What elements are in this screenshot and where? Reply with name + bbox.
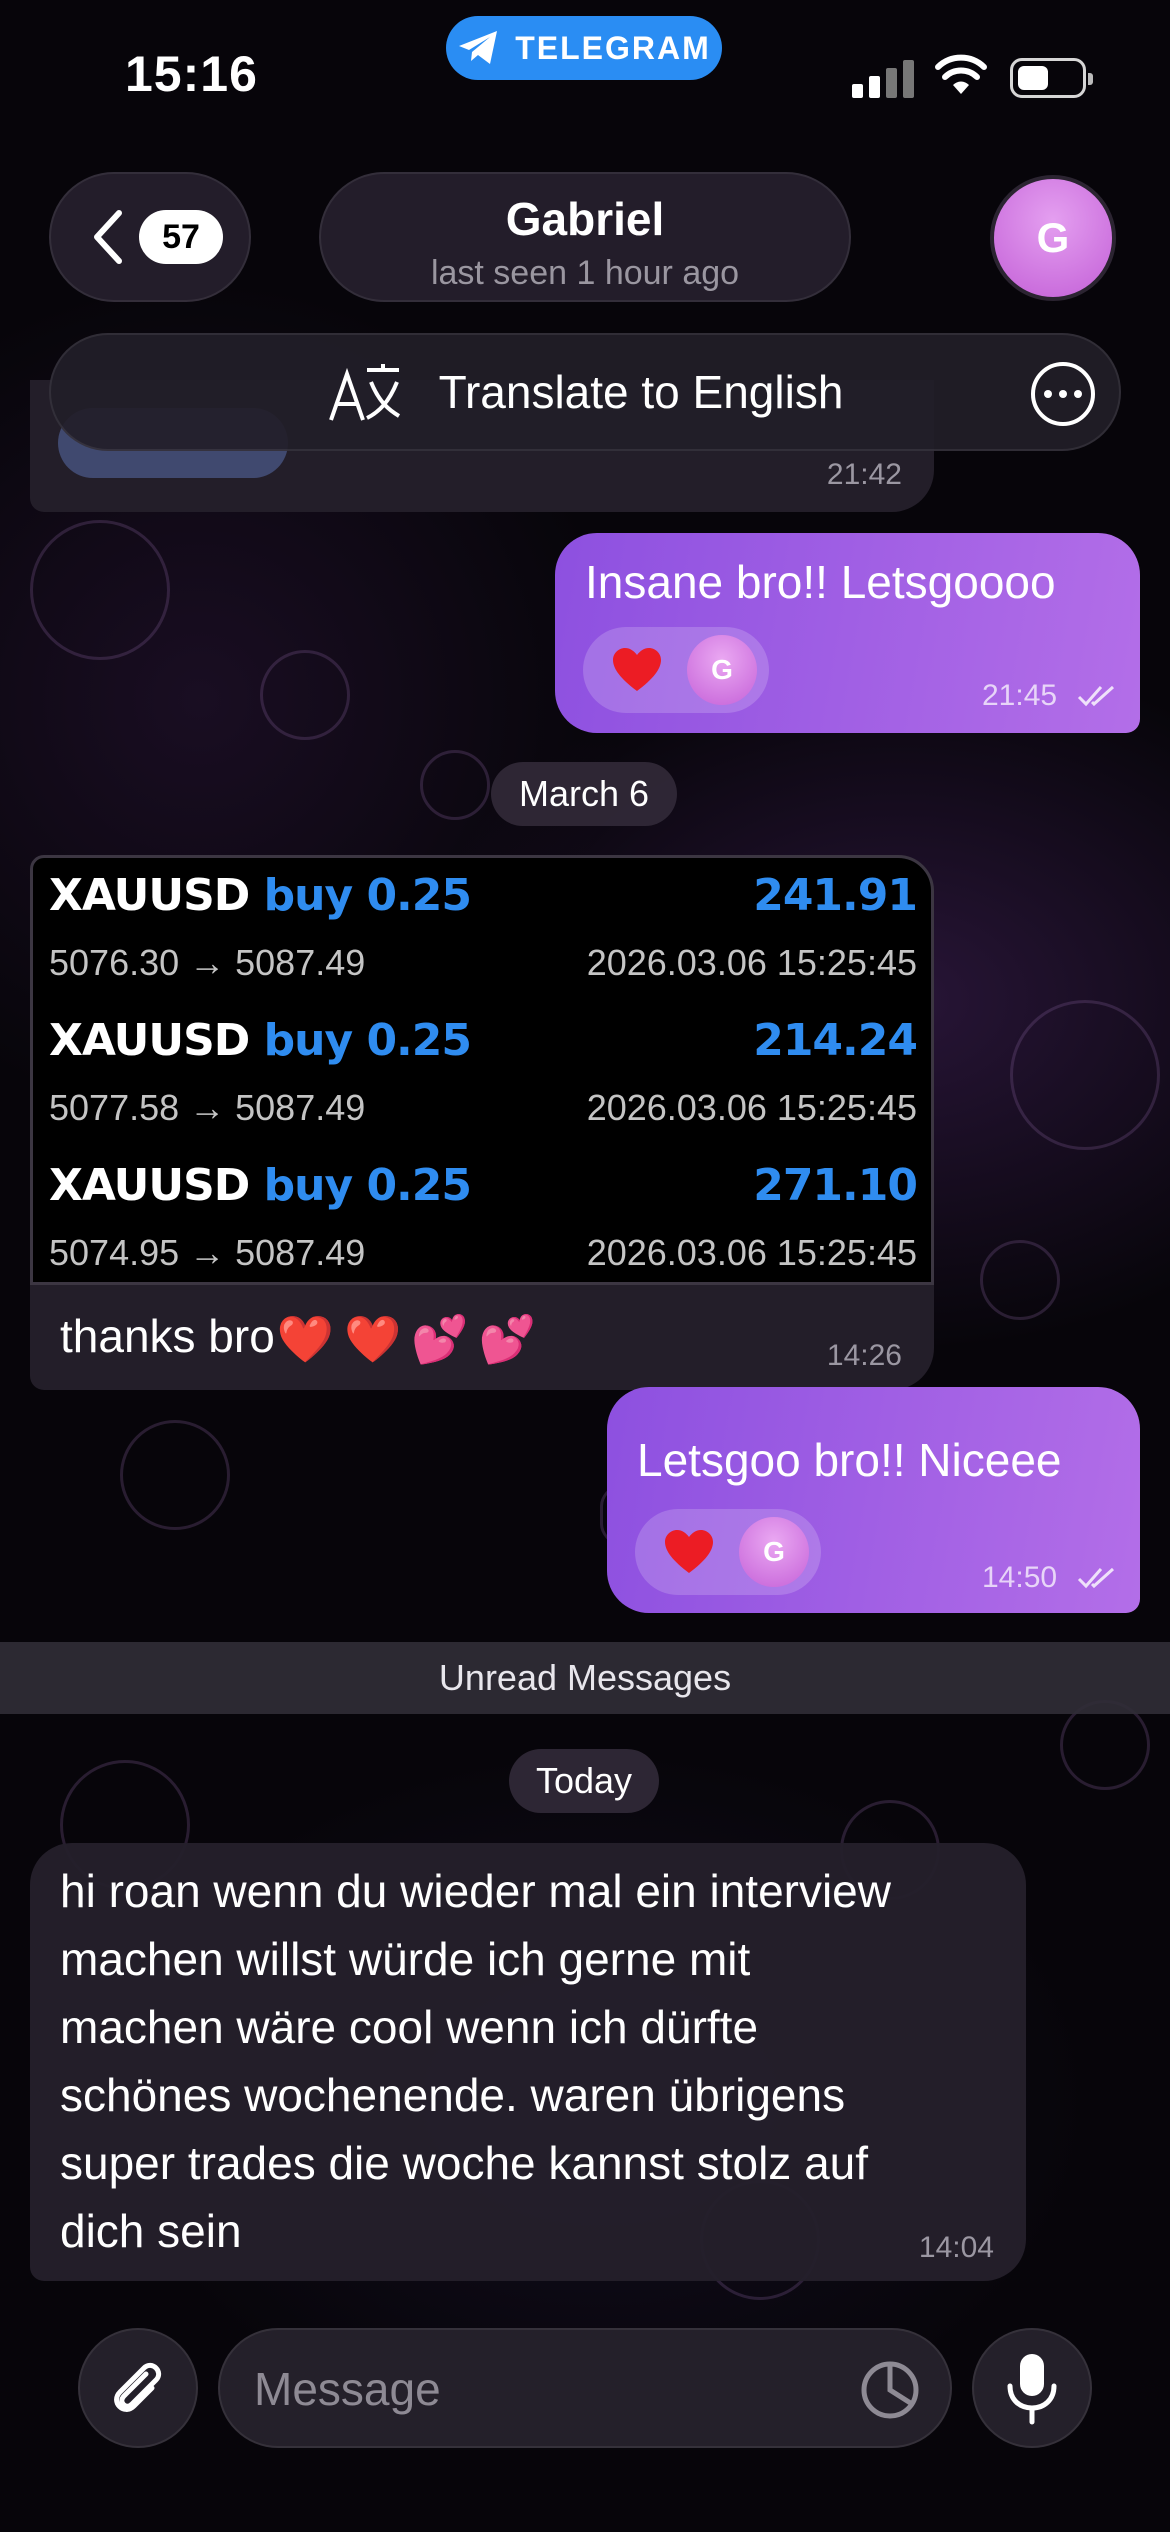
attach-button[interactable]: [78, 2328, 198, 2448]
translate-label: Translate to English: [438, 366, 844, 418]
message-time: 21:42: [826, 458, 902, 491]
double-check-icon: [1077, 685, 1115, 707]
message-caption: thanks bro ❤️ ❤️ 💕 💕: [60, 1310, 536, 1366]
trade-row: XAUUSD buy 0.25 241.91 5076.30 → 5087.49…: [49, 858, 918, 983]
message-bubble-outgoing[interactable]: Insane bro!! Letsgoooo G 21:45: [555, 533, 1140, 733]
translate-bar[interactable]: Translate to English: [49, 333, 1121, 451]
trade-prices: 5076.30 → 5087.49: [49, 942, 366, 983]
trade-profit: 271.10: [753, 1160, 918, 1211]
message-text: hi roan wenn du wieder mal ein interview…: [60, 1865, 891, 2257]
trade-row: XAUUSD buy 0.25 214.24 5077.58 → 5087.49…: [49, 1003, 918, 1128]
heart-icon: [613, 648, 661, 691]
message-time: 21:45: [982, 679, 1058, 712]
battery-icon: [1010, 58, 1093, 98]
reaction-pill[interactable]: G: [635, 1509, 821, 1595]
date-separator: Today: [509, 1749, 659, 1813]
message-bubble-outgoing[interactable]: Letsgoo bro!! Niceee G 14:50: [607, 1387, 1140, 1613]
voice-message-button[interactable]: [972, 2328, 1092, 2448]
chat-title[interactable]: Gabriel last seen 1 hour ago: [319, 172, 851, 302]
contact-name: Gabriel: [505, 193, 665, 245]
trade-prices: 5077.58 → 5087.49: [49, 1087, 366, 1128]
trade-symbol: XAUUSD buy 0.25: [49, 870, 472, 921]
trade-datetime: 2026.03.06 15:25:45: [586, 942, 917, 983]
emoji-group: ❤️ ❤️ 💕 💕: [276, 1313, 536, 1366]
reactor-avatar: G: [739, 1517, 809, 1587]
reaction-pill[interactable]: G: [583, 627, 769, 713]
trade-symbol: XAUUSD buy 0.25: [49, 1015, 472, 1066]
message-text: Insane bro!! Letsgoooo: [585, 556, 1056, 608]
unread-count-badge: 57: [139, 210, 223, 264]
telegram-label: TELEGRAM: [515, 29, 711, 66]
trade-symbol: XAUUSD buy 0.25: [49, 1160, 472, 1211]
message-time: 14:50: [982, 1561, 1058, 1594]
message-input[interactable]: [254, 2354, 854, 2424]
telegram-icon: [459, 31, 498, 64]
unread-messages-divider: Unread Messages: [0, 1642, 1170, 1714]
date-separator: March 6: [491, 762, 677, 826]
back-button[interactable]: 57: [49, 172, 251, 302]
trade-row: XAUUSD buy 0.25 271.10 5074.95 → 5087.49…: [49, 1148, 918, 1273]
microphone-icon: [1007, 2354, 1057, 2425]
double-check-icon: [1077, 1567, 1115, 1589]
message-bubble-incoming[interactable]: hi roan wenn du wieder mal ein interview…: [30, 1843, 1026, 2281]
trade-profit: 214.24: [753, 1015, 918, 1066]
sticker-icon[interactable]: [860, 2360, 920, 2420]
trade-datetime: 2026.03.06 15:25:45: [586, 1232, 917, 1273]
message-text: Letsgoo bro!! Niceee: [637, 1434, 1062, 1486]
trade-prices: 5074.95 → 5087.49: [49, 1232, 366, 1273]
telegram-pill[interactable]: TELEGRAM: [446, 16, 722, 80]
chevron-left-icon: [94, 210, 122, 264]
last-seen-status: last seen 1 hour ago: [430, 254, 740, 292]
wifi-icon: [935, 54, 987, 94]
message-bubble-incoming[interactable]: thanks bro ❤️ ❤️ 💕 💕 14:26: [30, 1285, 934, 1390]
trade-datetime: 2026.03.06 15:25:45: [586, 1087, 917, 1128]
paperclip-icon: [114, 2362, 162, 2412]
trade-profit: 241.91: [753, 870, 918, 921]
message-time: 14:26: [826, 1339, 902, 1372]
status-time: 15:16: [125, 46, 258, 102]
message-time: 14:04: [918, 2231, 994, 2264]
signal-icon: [852, 58, 914, 98]
more-icon[interactable]: [1031, 362, 1095, 426]
trades-image[interactable]: XAUUSD buy 0.25 241.91 5076.30 → 5087.49…: [30, 855, 934, 1285]
reactor-avatar: G: [687, 635, 757, 705]
contact-avatar[interactable]: G: [990, 175, 1116, 301]
message-input-field[interactable]: [218, 2328, 952, 2448]
heart-icon: [665, 1530, 713, 1573]
translate-icon: [328, 364, 400, 421]
